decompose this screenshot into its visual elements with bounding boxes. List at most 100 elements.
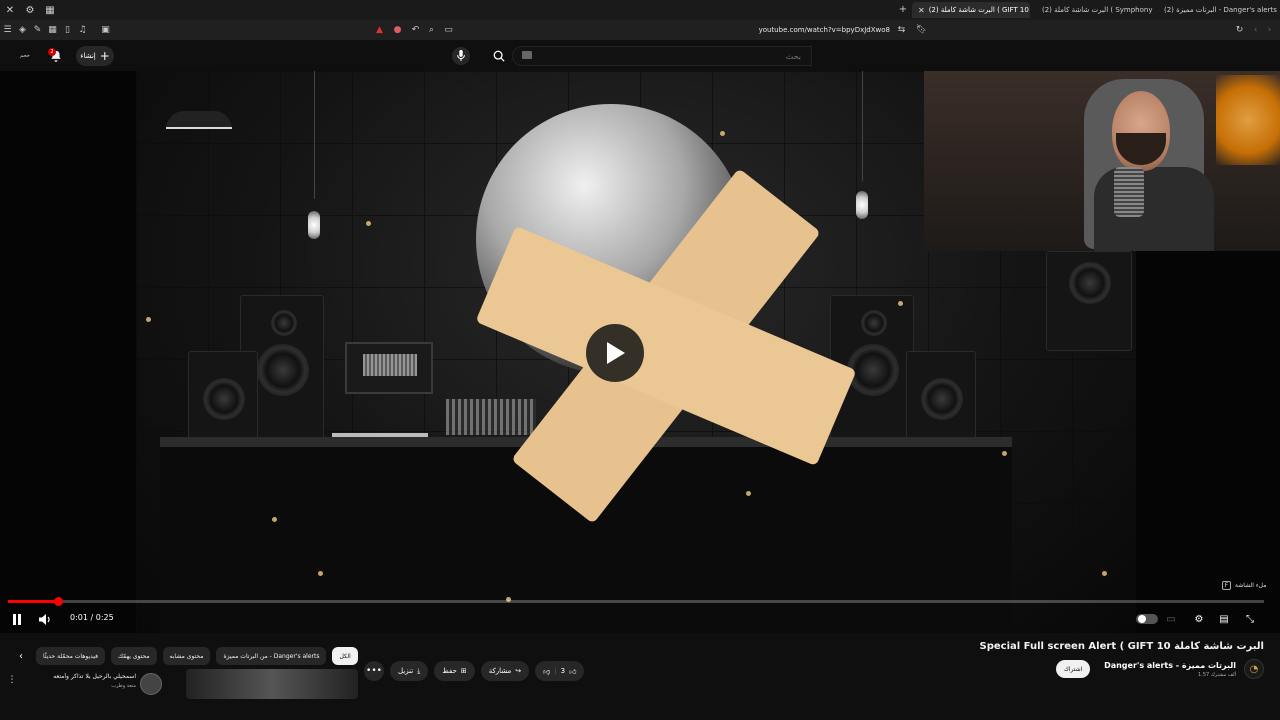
subtitles-button[interactable]: ▭ [1162,610,1180,628]
save-label: حفظ [442,667,457,675]
sparkle [146,317,151,322]
video-title: Special Full screen Alert ( GIFT 10 البر… [979,641,1264,652]
search-button[interactable] [486,46,512,66]
related-chips: ‹ فيديوهات محمّلة حديثًا محتوى يهمّك محت… [12,647,358,665]
chip-new-uploads[interactable]: فيديوهات محمّلة حديثًا [36,647,105,665]
search-input[interactable] [513,47,811,65]
sparkle [1102,571,1107,576]
settings-button[interactable]: ⚙ [1190,610,1208,628]
screenshot-icon[interactable]: ▣ [98,23,113,38]
grid-icon[interactable]: ▦ [45,23,60,38]
more-actions-button[interactable]: ••• [364,661,384,681]
reload-icon[interactable]: ↻ [1232,23,1247,38]
webcam-overlay [924,71,1280,251]
channel-name[interactable]: Danger's alerts - البرتات مميزة [1104,661,1236,670]
share-button[interactable]: مشاركة ↪ [480,661,530,681]
address-bar: ☰ ◈ ✎ ▦ ▯ ♫ ▣ ▲ ● ↶ ⌕ ▭ youtube.com/watc… [0,20,1280,40]
chips-prev-button[interactable]: ‹ [12,647,30,665]
recommended-video[interactable]: ⋮ اسمحيلي بالرحيل بلا تذاكر وأمتعه متعة … [0,669,360,699]
sparkle [272,517,277,522]
sidebar-icon[interactable]: ▯ [60,23,75,38]
share-icon: ↪ [515,667,522,675]
chip-similar[interactable]: محتوى مشابه [162,647,211,665]
tab-title: (2) البرت شاشة كاملة ( Symphony [1042,6,1153,14]
save-button[interactable]: حفظ ⊞ [434,661,475,681]
back-icon[interactable]: ‹ [1248,23,1263,38]
browser-tab[interactable]: (2) البرت شاشة كاملة ( Symphony [1036,2,1154,18]
tab-title: (2) البرت شاشة كاملة ( GIFT 10 [928,6,1029,14]
browser-tab-active[interactable]: ✕ (2) البرت شاشة كاملة ( GIFT 10 [912,2,1030,18]
voice-search-button[interactable] [452,47,470,65]
autoplay-toggle[interactable] [1136,614,1158,624]
speaker-cone [257,344,309,396]
recommended-channel-avatar[interactable] [140,673,162,695]
sparkle [720,131,725,136]
keyboard-icon[interactable] [522,51,532,59]
recommended-video-title[interactable]: اسمحيلي بالرحيل بلا تذاكر وأمتعه [20,673,136,680]
subscriber-count: 1.57 ألف مشترك [1198,671,1236,678]
speaker-cone [921,378,963,420]
back-forward-icon[interactable]: ↶ [408,23,423,38]
close-tab-icon[interactable]: ✕ [918,6,925,15]
volume-button[interactable] [36,610,54,628]
shield-icon[interactable]: ◈ [15,23,30,38]
speaker-cone [203,378,245,420]
more-icon: ••• [366,666,382,676]
extension-icon[interactable]: ● [390,23,405,38]
zoom-icon[interactable]: ⌕ [424,23,439,38]
url-field[interactable]: youtube.com/watch?v=bpyDxJdXwo8 [680,23,890,37]
chip-from-channel[interactable]: من البرتات مميزة - Danger's alerts [216,647,327,665]
download-button[interactable]: تنزيل ⤓ [390,661,429,681]
shortcut-label: ملء الشاشة [1235,582,1267,589]
chip-for-you[interactable]: محتوى يهمّك [110,647,157,665]
screen-icon[interactable]: ▭ [441,23,456,38]
recommended-video-thumbnail[interactable] [186,669,358,699]
pause-button[interactable] [8,610,26,628]
forward-icon[interactable]: › [1262,23,1277,38]
chip-all[interactable]: الكل [332,647,358,665]
video-menu-button[interactable]: ⋮ [6,675,18,691]
dislike-button[interactable]: 👎︎ [543,667,550,676]
search-field[interactable] [512,46,812,66]
search-icon [493,50,505,62]
channel-avatar[interactable]: ◔ [1244,659,1264,679]
settings-icon[interactable]: ⚙ [20,0,40,20]
play-button[interactable] [586,324,644,382]
microphone-icon [457,50,465,62]
avatar[interactable]: خحم [16,49,34,63]
play-icon [607,342,625,364]
like-dislike-group: 👎︎ | 3 👍︎ [535,661,585,681]
progress-bar[interactable] [8,597,1264,606]
alert-icon[interactable]: ▲ [372,23,387,38]
shortcut-key: F [1222,581,1231,590]
create-button[interactable]: إنشاء + [76,46,114,66]
link-icon[interactable]: ⇆ [894,23,909,38]
speaker [906,351,976,441]
gift-cross-icon [477,170,855,522]
menu-icon[interactable]: ☰ [0,23,15,38]
sparkle [318,571,323,576]
theater-mode-button[interactable]: ▤ [1215,610,1233,628]
action-row: ••• تنزيل ⤓ حفظ ⊞ مشاركة ↪ 👎︎ | 3 👍︎ [364,661,585,681]
new-tab-button[interactable]: + [896,3,910,17]
fullscreen-shortcut-hint: F ملء الشاشة [1222,581,1266,590]
apps-icon[interactable]: ▦ [40,0,60,20]
speaker-cone [271,310,297,336]
create-label: إنشاء [80,52,96,60]
video-details: Special Full screen Alert ( GIFT 10 البر… [0,633,1280,720]
close-window-icon[interactable]: ✕ [0,0,20,20]
browser-tab[interactable]: (2) البرتات مميزة - Danger's alerts - Yo… [1158,2,1278,18]
video-player[interactable]: F ملء الشاشة [0,71,1280,633]
progress-fill [8,600,59,603]
subscribe-button[interactable]: اشتراك [1056,660,1091,678]
bookmark-icon[interactable]: 🔖︎ [914,23,929,38]
plus-icon: + [99,49,110,63]
notification-badge: 2 [48,48,56,56]
like-button[interactable]: 👍︎ [569,667,576,676]
channel-logo-icon: ◔ [1249,663,1259,675]
music-icon[interactable]: ♫ [75,23,90,38]
led-light [1216,75,1280,165]
pen-icon[interactable]: ✎ [30,23,45,38]
volume-icon [39,613,50,625]
exit-fullscreen-button[interactable]: ⤡ [1241,610,1259,628]
